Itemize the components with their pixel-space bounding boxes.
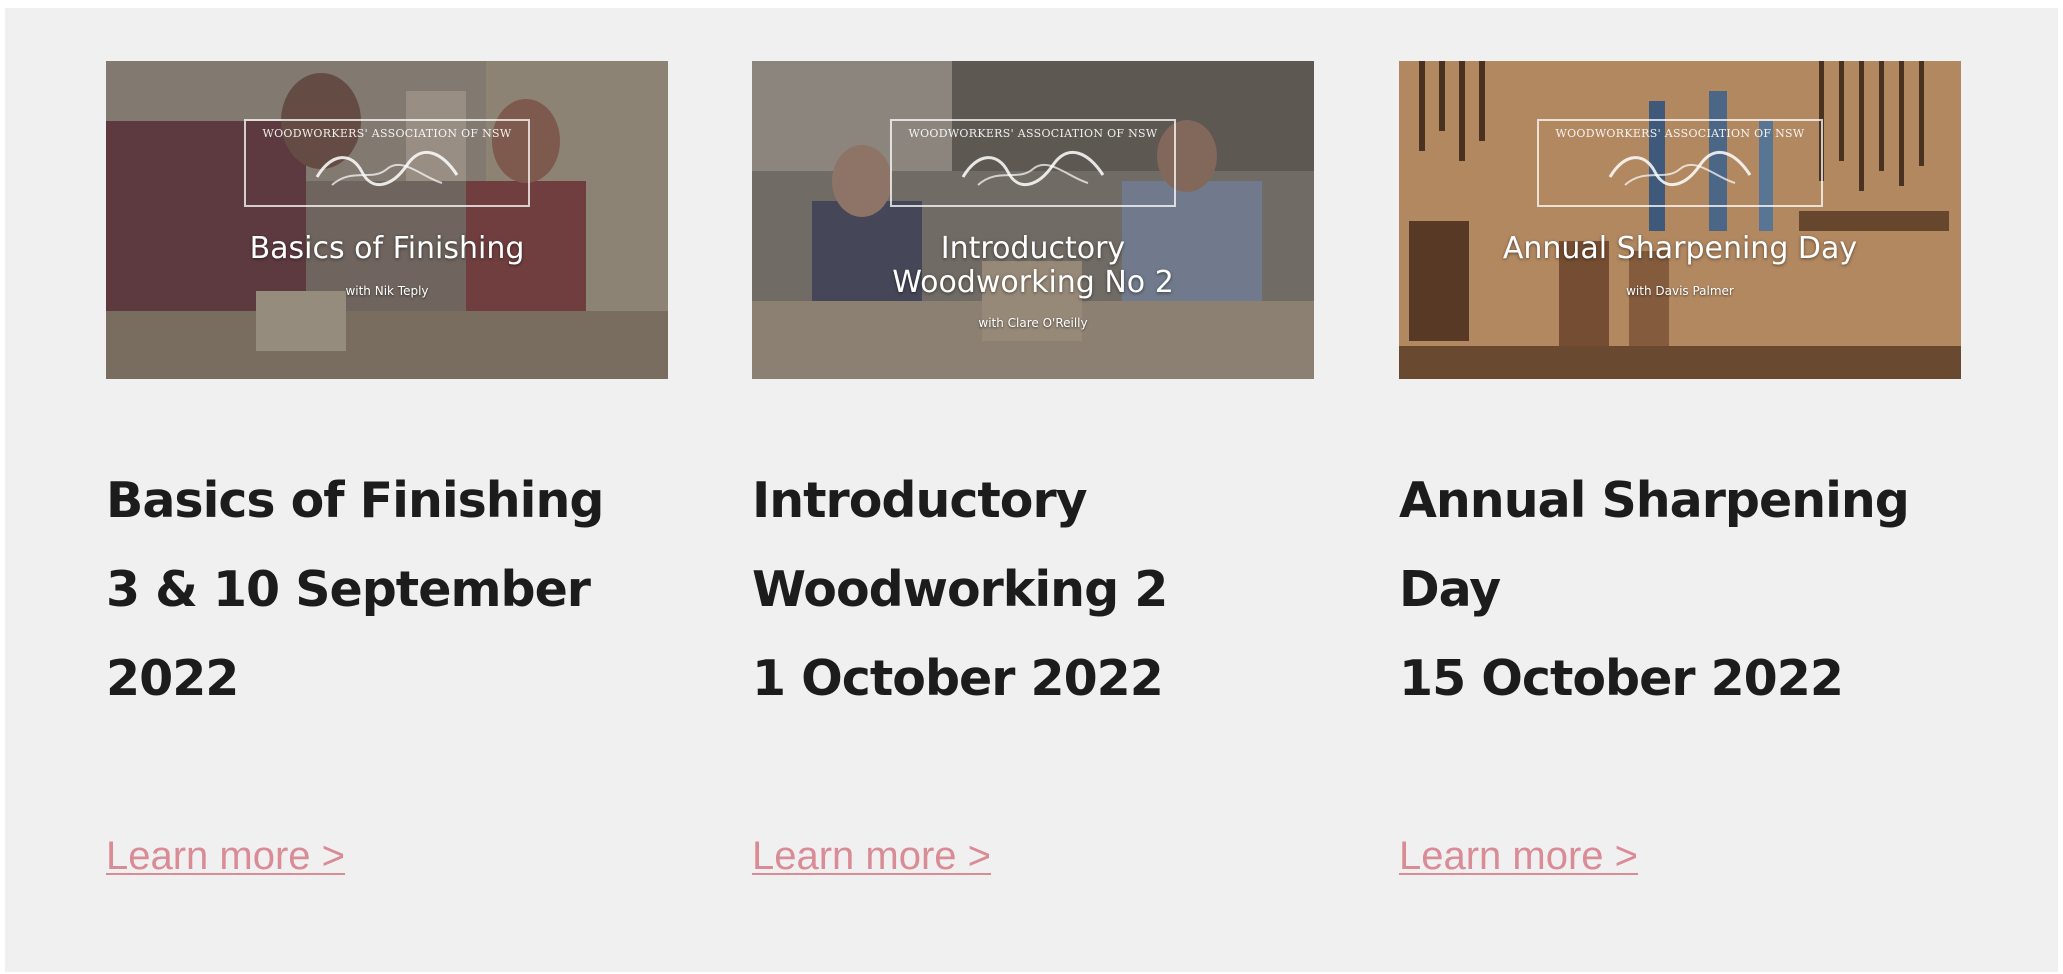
thumbnail-subtitle: with Davis Palmer xyxy=(1626,284,1734,298)
learn-more-link[interactable]: Learn more > xyxy=(1399,834,1638,879)
event-title-line: Annual Sharpening xyxy=(1399,472,1910,529)
event-card: WOODWORKERS' ASSOCIATION OF NSW Introduc… xyxy=(752,61,1314,878)
logo-text: WOODWORKERS' ASSOCIATION OF NSW xyxy=(908,127,1158,140)
thumbnail-shade xyxy=(1399,61,1961,379)
events-panel: WOODWORKERS' ASSOCIATION OF NSW Basics o… xyxy=(5,8,2058,972)
event-date-line: 2022 xyxy=(106,650,239,707)
event-heading: Basics of Finishing 3 & 10 September 202… xyxy=(106,456,668,723)
thumbnail-subtitle: with Nik Teply xyxy=(345,284,429,298)
thumbnail-shade xyxy=(752,61,1314,379)
association-logo: WOODWORKERS' ASSOCIATION OF NSW xyxy=(890,119,1176,207)
learn-more-link[interactable]: Learn more > xyxy=(106,834,345,879)
thumbnail-title: Annual Sharpening Day xyxy=(1502,231,1858,266)
event-thumbnail[interactable]: WOODWORKERS' ASSOCIATION OF NSW Annual S… xyxy=(1399,61,1961,379)
thumbnail-title: Basics of Finishing xyxy=(249,231,525,266)
association-logo: WOODWORKERS' ASSOCIATION OF NSW xyxy=(1537,119,1823,207)
learn-more-link[interactable]: Learn more > xyxy=(752,834,991,879)
thumbnail-title-line: Introductory xyxy=(940,231,1126,266)
thumbnail-shade xyxy=(106,61,668,379)
logo-emblem-icon xyxy=(958,147,1108,195)
event-title-line: 3 & 10 September xyxy=(106,561,591,618)
event-heading: Annual Sharpening Day 15 October 2022 xyxy=(1399,456,1961,723)
event-title-line: Basics of Finishing xyxy=(106,472,604,529)
event-title-line: Day xyxy=(1399,561,1501,618)
event-card: WOODWORKERS' ASSOCIATION OF NSW Annual S… xyxy=(1399,61,1961,878)
thumbnail-title-line: Woodworking No 2 xyxy=(892,265,1174,300)
logo-emblem-icon xyxy=(312,147,462,195)
event-thumbnail[interactable]: WOODWORKERS' ASSOCIATION OF NSW Introduc… xyxy=(752,61,1314,379)
event-date-line: 15 October 2022 xyxy=(1399,650,1844,707)
event-title-line: Introductory xyxy=(752,472,1088,529)
event-thumbnail[interactable]: WOODWORKERS' ASSOCIATION OF NSW Basics o… xyxy=(106,61,668,379)
logo-text: WOODWORKERS' ASSOCIATION OF NSW xyxy=(1555,127,1805,140)
association-logo: WOODWORKERS' ASSOCIATION OF NSW xyxy=(244,119,530,207)
event-heading: Introductory Woodworking 2 1 October 202… xyxy=(752,456,1314,723)
event-card: WOODWORKERS' ASSOCIATION OF NSW Basics o… xyxy=(106,61,668,878)
logo-text: WOODWORKERS' ASSOCIATION OF NSW xyxy=(262,127,512,140)
event-date-line: 1 October 2022 xyxy=(752,650,1164,707)
event-title-line: Woodworking 2 xyxy=(752,561,1168,618)
logo-emblem-icon xyxy=(1605,147,1755,195)
thumbnail-subtitle: with Clare O'Reilly xyxy=(978,316,1088,330)
